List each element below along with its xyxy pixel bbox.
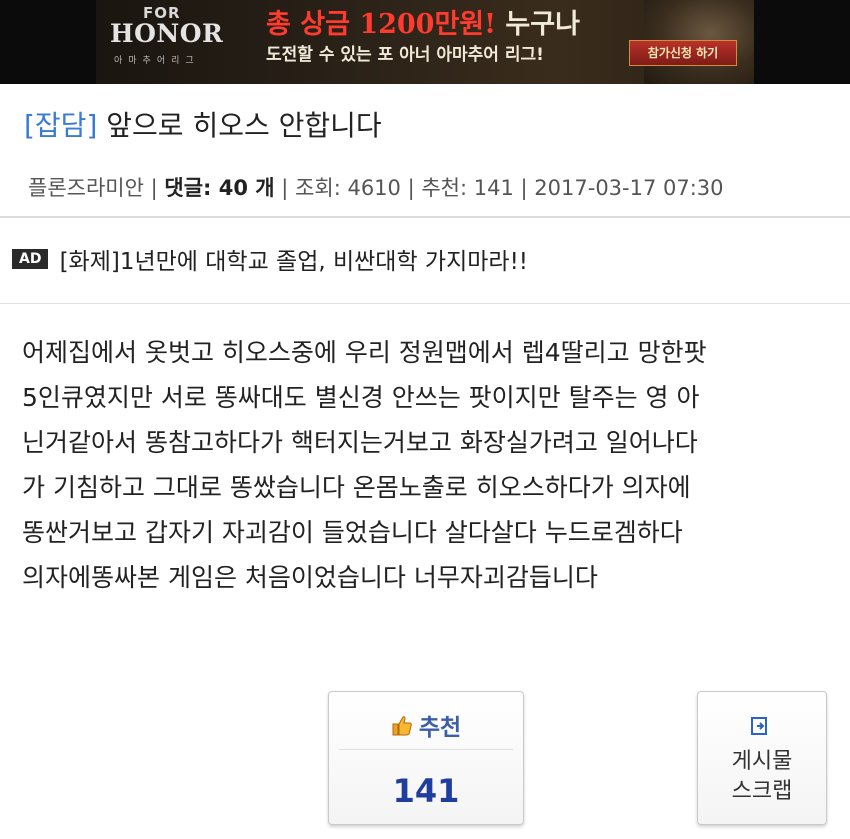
scrap-button[interactable]: 게시물 스크랩	[697, 691, 827, 825]
post-author[interactable]: 플론즈라미안	[28, 176, 144, 200]
body-line: 똥싼거보고 갑자기 자괴감이 들었습니다 살다살다 누드로겜하다	[22, 518, 683, 547]
scrap-label-line2: 스크랩	[731, 779, 793, 804]
divider	[0, 303, 850, 304]
views-count: 조회: 4610	[295, 176, 401, 200]
thumbs-up-icon	[391, 715, 413, 743]
scrap-icon	[748, 714, 772, 742]
brand-honor-logo: HONOR	[110, 19, 224, 48]
post-date: 2017-03-17 07:30	[534, 176, 724, 200]
meta-separator: |	[407, 176, 422, 200]
body-line: 닌거같아서 똥참고하다가 핵터지는거보고 화장실가려고 일어나다	[22, 428, 698, 457]
post-title: [잡담] 앞으로 히오스 안합니다	[24, 104, 382, 144]
body-line: 어제집에서 옷벗고 히오스중에 우리 정원맵에서 렙4딸리고 망한팟	[22, 338, 707, 367]
recommend-count-meta: 추천: 141	[421, 176, 514, 200]
divider	[0, 216, 850, 218]
body-line: 가 기침하고 그대로 똥쌌습니다 온몸노출로 히오스하다가 의자에	[22, 473, 691, 502]
ad-link[interactable]: AD [화제]1년만에 대학교 졸업, 비싼대학 가지마라!!	[12, 242, 528, 276]
ad-text[interactable]: [화제]1년만에 대학교 졸업, 비싼대학 가지마라!!	[60, 249, 528, 275]
banner-headline: 총 상금 1200만원! 누구나	[266, 2, 580, 41]
apply-button[interactable]: 참가신청 하기	[629, 40, 737, 66]
banner-headline-anyone: 누구나	[505, 9, 580, 40]
banner-headline-prize: 총 상금 1200만원!	[266, 9, 496, 40]
post-title-text: 앞으로 히오스 안합니다	[106, 109, 382, 142]
banner-image[interactable]: FOR HONOR 아마추어리그 총 상금 1200만원! 누구나 도전할 수 …	[96, 0, 754, 84]
meta-separator: |	[520, 176, 535, 200]
top-banner-ad[interactable]: FOR HONOR 아마추어리그 총 상금 1200만원! 누구나 도전할 수 …	[0, 0, 850, 84]
recommend-count: 141	[392, 772, 460, 810]
scrap-label: 게시물 스크랩	[698, 747, 826, 807]
scrap-label-line1: 게시물	[731, 749, 793, 774]
divider	[339, 749, 513, 750]
ad-badge: AD	[12, 249, 49, 269]
post-category[interactable]: [잡담]	[24, 109, 97, 142]
recommend-button[interactable]: 추천 141	[328, 691, 524, 825]
recommend-header: 추천	[329, 708, 523, 743]
post-body: 어제집에서 옷벗고 히오스중에 우리 정원맵에서 렙4딸리고 망한팟 5인큐였지…	[22, 330, 840, 600]
comments-count[interactable]: 댓글: 40 개	[164, 176, 274, 200]
recommend-label: 추천	[418, 715, 462, 741]
meta-separator: |	[281, 176, 296, 200]
post-meta: 플론즈라미안 | 댓글: 40 개 | 조회: 4610 | 추천: 141 |…	[28, 172, 724, 202]
body-line: 5인큐였지만 서로 똥싸대도 별신경 안쓰는 팟이지만 탈주는 영 아	[22, 383, 700, 412]
meta-separator: |	[150, 176, 165, 200]
body-line: 의자에똥싸본 게임은 처음이었습니다 너무자괴감듭니다	[22, 563, 598, 592]
banner-subline: 도전할 수 있는 포 아너 아마추어 리그!	[266, 45, 544, 65]
brand-subtitle: 아마추어리그	[114, 56, 200, 66]
